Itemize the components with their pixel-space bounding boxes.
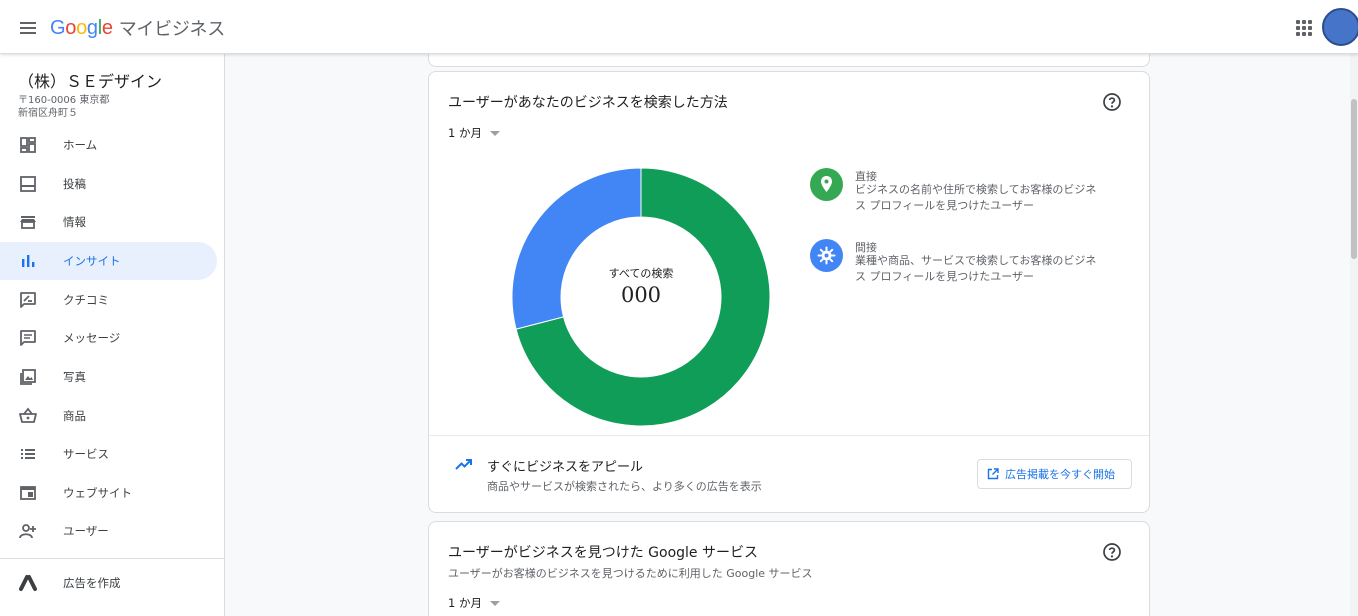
logo-letter: o [65,16,77,39]
scrollbar[interactable] [1350,54,1358,616]
main-content: ユーザーがあなたのビジネスを検索した方法 1 か月 すべての検索 000 直接 … [226,54,1356,616]
list-icon [21,449,35,459]
location-pin-icon [821,176,832,192]
card-title: ユーザーがビジネスを見つけた Google サービス [448,545,758,561]
add-user-icon [19,524,36,539]
sidebar-item-insights[interactable]: インサイト [0,242,217,280]
sidebar-item-label: サービス [63,447,109,461]
logo-letter: e [101,16,113,39]
period-label: 1 か月 [448,596,482,610]
product-name: マイビジネス [118,19,226,40]
start-ads-label: 広告掲載を今すぐ開始 [1005,468,1115,481]
sidebar-item-label: 広告を作成 [63,576,121,590]
dashboard-icon [20,137,36,153]
menu-icon[interactable] [14,14,42,42]
sidebar-item-label: ウェブサイト [63,486,132,500]
discovery-icon [817,246,836,265]
help-icon[interactable] [1102,92,1122,112]
donut-center-value: 000 [620,283,662,307]
sidebar-item-label: 商品 [63,409,86,423]
search-method-card: ユーザーがあなたのビジネスを検索した方法 1 か月 すべての検索 000 直接 … [428,71,1150,513]
donut-center-label: すべての検索 [608,267,674,280]
post-icon [20,176,36,192]
sidebar-item-services[interactable]: サービス [0,435,217,473]
logo-letter: o [76,16,87,39]
logo-letter: g [86,16,98,39]
card-title: ユーザーがあなたのビジネスを検索した方法 [448,95,728,111]
sidebar-item-label: ホーム [63,138,98,152]
logo-letter: G [50,16,66,39]
card-subtitle: ユーザーがお客様のビジネスを見つけるために利用した Google サービス [448,567,813,580]
chevron-down-icon [489,130,500,136]
sidebar: （株）ＳＥデザイン 〒160-0006 東京都 新宿区舟町５ ホーム 投稿 情報… [0,54,225,616]
period-dropdown[interactable]: 1 か月 [448,595,500,611]
sidebar-item-info[interactable]: 情報 [0,203,217,241]
review-icon [20,292,36,308]
apps-grid-icon[interactable] [1294,18,1314,38]
sidebar-item-label: インサイト [63,254,121,268]
sidebar-item-photos[interactable]: 写真 [0,358,217,396]
sidebar-item-reviews[interactable]: クチコミ [0,281,217,319]
website-icon [20,486,36,500]
google-logo: Google [50,17,113,40]
message-icon [20,330,36,346]
section-divider [429,435,1149,436]
basket-icon [19,407,37,423]
account-avatar[interactable] [1322,8,1358,46]
legend-direct-badge [810,168,843,201]
google-ads-icon [19,575,37,591]
open-in-new-icon [987,468,999,480]
legend-desc: ビジネスの名前や住所で検索してお客様のビジネス プロフィールを見つけたユーザー [855,183,1097,212]
sidebar-item-products[interactable]: 商品 [0,397,217,435]
sidebar-item-label: 情報 [63,215,86,229]
previous-card [428,54,1150,67]
bar-chart-icon [22,255,35,267]
sidebar-item-label: 投稿 [63,177,86,191]
photo-icon [20,369,36,385]
period-label: 1 か月 [448,126,482,140]
sidebar-item-users[interactable]: ユーザー [0,512,217,550]
business-name: （株）ＳＥデザイン [18,72,163,91]
business-address: 〒160-0006 東京都 新宿区舟町５ [18,95,110,119]
chevron-down-icon [489,600,500,606]
period-dropdown[interactable]: 1 か月 [448,125,500,141]
legend-desc: 業種や商品、サービスで検索してお客様のビジネス プロフィールを見つけたユーザー [855,254,1097,283]
sidebar-item-home[interactable]: ホーム [0,126,217,164]
appeal-desc: 商品やサービスが検索されたら、より多くの広告を表示 [487,480,762,493]
scrollbar-thumb[interactable] [1351,99,1357,259]
appeal-title: すぐにビジネスをアピール [487,460,644,475]
sidebar-item-label: ユーザー [63,524,109,538]
sidebar-item-posts[interactable]: 投稿 [0,165,217,203]
help-icon[interactable] [1102,542,1122,562]
search-donut-chart: すべての検索 000 [511,167,771,427]
sidebar-divider [0,558,224,559]
sidebar-item-website[interactable]: ウェブサイト [0,474,217,512]
app-window: Google マイビジネス （株）ＳＥデザイン 〒160-0006 東京都 新宿… [0,0,1358,616]
trending-up-icon [455,459,472,470]
sidebar-item-label: クチコミ [63,293,109,307]
google-services-card: ユーザーがビジネスを見つけた Google サービス ユーザーがお客様のビジネス… [428,521,1150,616]
top-app-bar: Google マイビジネス [0,0,1358,54]
sidebar-item-label: メッセージ [63,331,121,345]
sidebar-item-label: 写真 [63,370,86,384]
sidebar-item-messages[interactable]: メッセージ [0,319,217,357]
start-ads-button[interactable]: 広告掲載を今すぐ開始 [977,459,1132,489]
sidebar-item-create-ad[interactable]: 広告を作成 [0,564,217,602]
storefront-icon [20,216,36,229]
brand[interactable]: Google マイビジネス [50,14,225,42]
legend-indirect-badge [810,239,843,272]
